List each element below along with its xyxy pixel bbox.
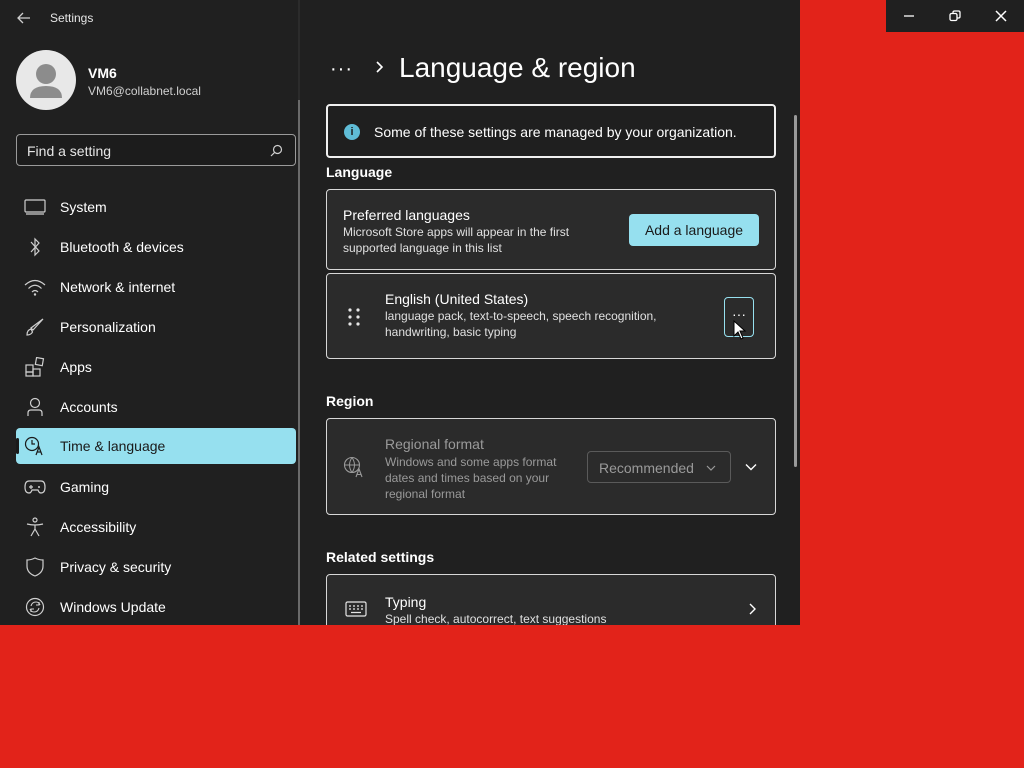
info-icon: i xyxy=(344,124,360,140)
user-email: VM6@collabnet.local xyxy=(88,84,201,98)
regional-format-dropdown[interactable]: Recommended xyxy=(587,451,731,483)
search-placeholder: Find a setting xyxy=(27,143,112,159)
expand-chevron-icon[interactable] xyxy=(745,461,757,473)
sidebar-item-system[interactable]: System xyxy=(16,189,296,225)
person-avatar-icon xyxy=(30,64,62,98)
sidebar-item-time-language[interactable]: Time & language xyxy=(16,428,296,464)
restore-icon xyxy=(949,10,961,22)
sidebar-item-windows-update[interactable]: Windows Update xyxy=(16,589,296,625)
sidebar-item-label: Apps xyxy=(60,359,92,375)
settings-window: Settings VM6 VM6@collabnet.local Find a … xyxy=(0,0,800,625)
regional-format-title: Regional format xyxy=(385,436,484,452)
preferred-languages-description: Microsoft Store apps will appear in the … xyxy=(343,225,570,255)
sidebar-item-apps[interactable]: Apps xyxy=(16,349,296,385)
minimize-icon xyxy=(904,15,914,17)
keyboard-icon xyxy=(345,601,367,617)
sidebar-item-label: Gaming xyxy=(60,479,110,495)
info-message: Some of these settings are managed by yo… xyxy=(374,124,737,140)
avatar[interactable] xyxy=(16,50,76,110)
regional-format-value: Recommended xyxy=(599,460,694,476)
sidebar-item-privacy[interactable]: Privacy & security xyxy=(16,549,296,585)
search-icon xyxy=(270,144,283,157)
back-arrow-icon xyxy=(17,12,30,24)
close-button[interactable] xyxy=(978,0,1024,32)
region-section-title: Region xyxy=(326,393,374,409)
typing-settings-link[interactable]: Typing Spell check, autocorrect, text su… xyxy=(326,574,776,625)
wifi-icon xyxy=(24,277,46,297)
regional-format-card[interactable]: Regional format Windows and some apps fo… xyxy=(326,418,776,515)
sidebar: Settings VM6 VM6@collabnet.local Find a … xyxy=(0,0,298,625)
typing-title: Typing xyxy=(385,594,427,610)
typing-description: Spell check, autocorrect, text suggestio… xyxy=(385,612,607,625)
main-scrollbar[interactable] xyxy=(794,115,797,467)
sidebar-item-label: Accounts xyxy=(60,399,118,415)
language-section-title: Language xyxy=(326,164,393,180)
sidebar-item-network[interactable]: Network & internet xyxy=(16,269,296,305)
related-settings-title: Related settings xyxy=(326,549,435,565)
chevron-right-icon xyxy=(376,61,384,73)
sidebar-item-label: System xyxy=(60,199,107,215)
sidebar-item-personalization[interactable]: Personalization xyxy=(16,309,296,345)
bluetooth-icon xyxy=(24,237,46,257)
sidebar-item-label: Personalization xyxy=(60,319,156,335)
info-bar: i Some of these settings are managed by … xyxy=(326,104,776,158)
language-item-english[interactable]: English (United States) language pack, t… xyxy=(326,273,776,359)
selection-indicator xyxy=(16,438,19,454)
shield-icon xyxy=(24,557,46,577)
sidebar-item-label: Bluetooth & devices xyxy=(60,239,184,255)
add-language-button[interactable]: Add a language xyxy=(629,214,759,246)
time-language-icon xyxy=(24,436,46,456)
preferred-languages-title: Preferred languages xyxy=(343,207,470,223)
user-name: VM6 xyxy=(88,65,117,81)
app-title: Settings xyxy=(50,11,94,25)
language-name: English (United States) xyxy=(385,291,529,307)
preferred-languages-card: Preferred languages Microsoft Store apps… xyxy=(326,189,776,270)
mouse-cursor-icon xyxy=(733,320,747,340)
sidebar-item-label: Network & internet xyxy=(60,279,176,295)
minimize-button[interactable] xyxy=(886,0,932,32)
language-features: language pack, text-to-speech, speech re… xyxy=(385,309,657,339)
apps-icon xyxy=(24,357,46,377)
person-icon xyxy=(24,397,46,417)
chevron-right-icon xyxy=(749,603,756,615)
sidebar-item-gaming[interactable]: Gaming xyxy=(16,469,296,505)
restore-button[interactable] xyxy=(932,0,978,32)
sidebar-item-accounts[interactable]: Accounts xyxy=(16,389,296,425)
sidebar-item-bluetooth[interactable]: Bluetooth & devices xyxy=(16,229,296,265)
drag-handle-icon[interactable] xyxy=(347,307,361,327)
window-caption-buttons xyxy=(886,0,1024,32)
accessibility-icon xyxy=(24,517,46,537)
page-title: Language & region xyxy=(399,52,636,83)
sidebar-scrollbar[interactable] xyxy=(298,100,300,625)
gamepad-icon xyxy=(24,477,46,497)
sidebar-item-label: Privacy & security xyxy=(60,559,172,575)
breadcrumb-more-button[interactable]: ··· xyxy=(330,58,353,81)
chevron-down-icon xyxy=(706,465,716,471)
update-icon xyxy=(24,597,46,617)
globe-language-icon xyxy=(343,456,363,478)
search-input[interactable]: Find a setting xyxy=(16,134,296,166)
close-icon xyxy=(995,10,1007,22)
regional-format-description: Windows and some apps format dates and t… xyxy=(385,455,557,501)
monitor-icon xyxy=(24,197,46,217)
sidebar-item-label: Windows Update xyxy=(60,599,166,615)
title-bar: Settings xyxy=(0,0,298,36)
sidebar-item-accessibility[interactable]: Accessibility xyxy=(16,509,296,545)
sidebar-item-label: Time & language xyxy=(60,438,166,454)
back-button[interactable] xyxy=(12,6,36,30)
sidebar-item-label: Accessibility xyxy=(60,519,137,535)
brush-icon xyxy=(24,317,46,337)
